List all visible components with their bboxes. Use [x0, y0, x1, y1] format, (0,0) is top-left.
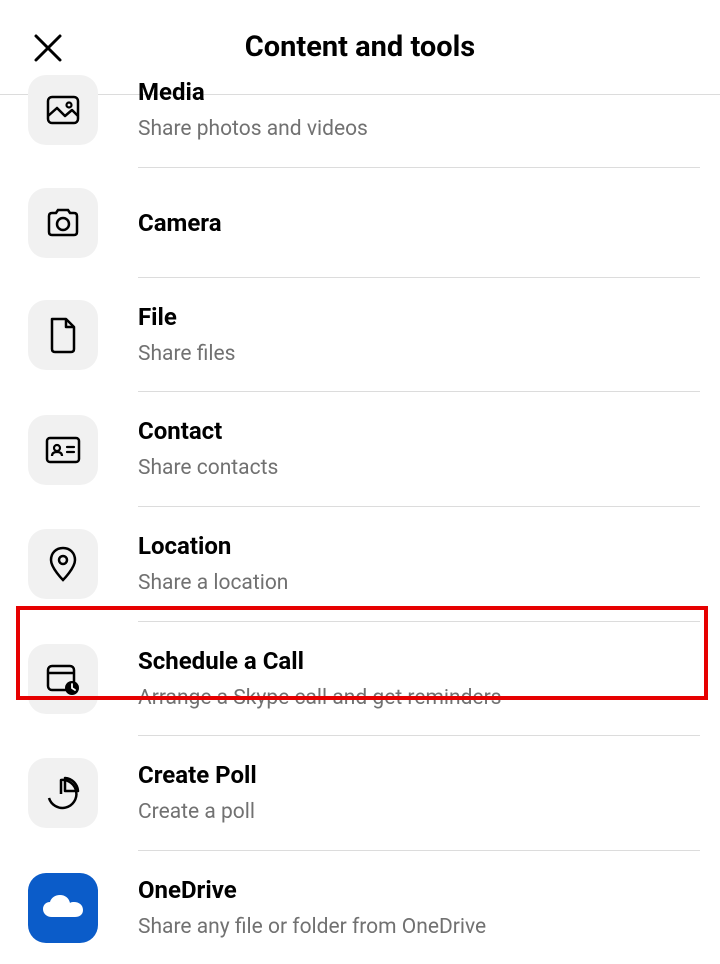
list-item-camera[interactable]: Camera: [0, 168, 720, 278]
onedrive-icon: [28, 873, 98, 943]
item-subtitle: Share contacts: [138, 453, 700, 483]
image-icon: [28, 75, 98, 145]
item-title: Schedule a Call: [138, 646, 700, 677]
list-item-schedule-call[interactable]: Schedule a Call Arrange a Skype call and…: [0, 622, 720, 737]
list-item-file[interactable]: File Share files: [0, 278, 720, 393]
item-subtitle: Share files: [138, 339, 700, 369]
list-item-create-poll[interactable]: Create Poll Create a poll: [0, 736, 720, 851]
pie-chart-icon: [28, 758, 98, 828]
item-title: File: [138, 302, 700, 333]
item-title: Camera: [138, 208, 700, 239]
camera-icon: [28, 188, 98, 258]
list-item-onedrive[interactable]: OneDrive Share any file or folder from O…: [0, 851, 720, 964]
contact-card-icon: [28, 415, 98, 485]
list-item-location[interactable]: Location Share a location: [0, 507, 720, 622]
location-pin-icon: [28, 529, 98, 599]
item-subtitle: Arrange a Skype call and get reminders: [138, 683, 700, 713]
item-subtitle: Share a location: [138, 568, 700, 598]
item-title: Contact: [138, 416, 700, 447]
item-subtitle: Share photos and videos: [138, 114, 700, 144]
tools-list: Media Share photos and videos Camera Fil…: [0, 53, 720, 964]
item-subtitle: Share any file or folder from OneDrive: [138, 912, 700, 942]
item-title: OneDrive: [138, 875, 700, 906]
item-title: Media: [138, 77, 700, 108]
item-subtitle: Create a poll: [138, 797, 700, 827]
file-icon: [28, 300, 98, 370]
list-item-media[interactable]: Media Share photos and videos: [0, 53, 720, 168]
item-title: Create Poll: [138, 760, 700, 791]
item-title: Location: [138, 531, 700, 562]
list-item-contact[interactable]: Contact Share contacts: [0, 392, 720, 507]
calendar-clock-icon: [28, 644, 98, 714]
